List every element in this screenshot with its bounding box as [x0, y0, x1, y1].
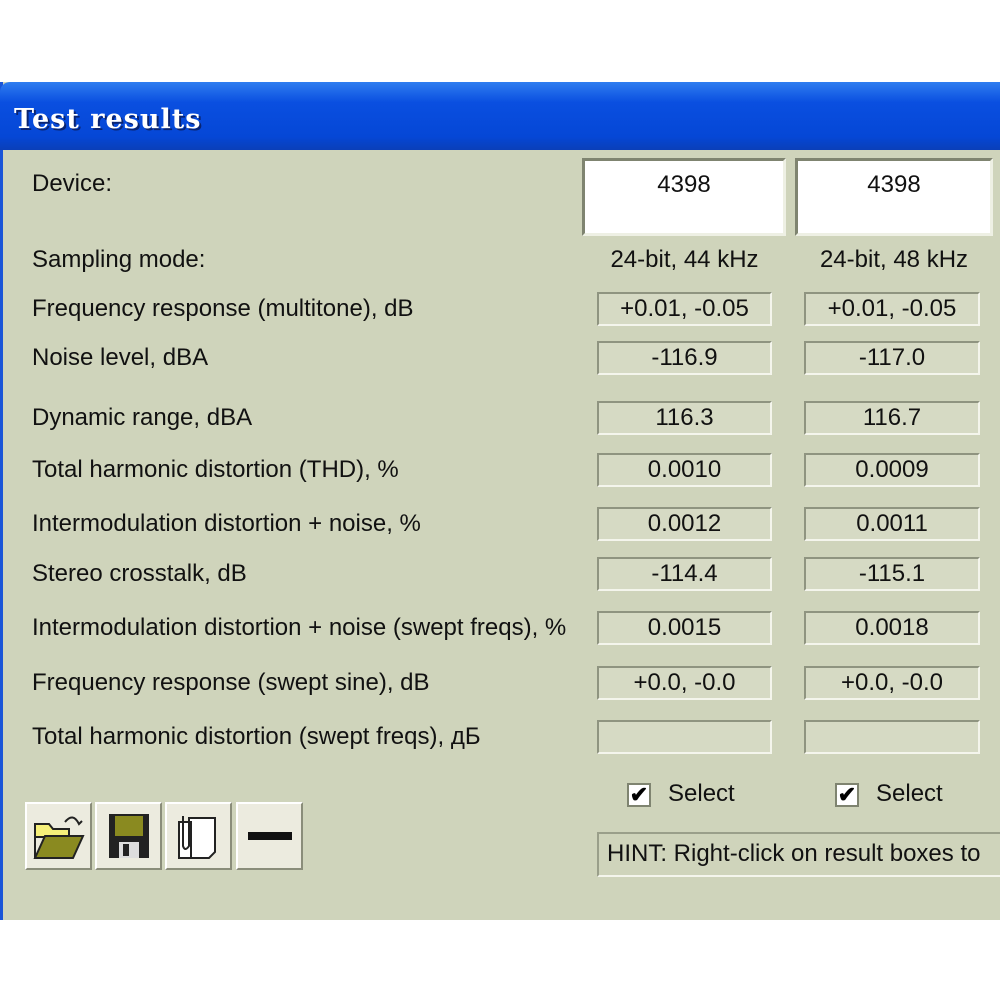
- sampling-mode-1: 24-bit, 44 kHz: [610, 246, 759, 273]
- result-label: Intermodulation distortion + noise, %: [32, 510, 421, 537]
- result-box-1[interactable]: +0.01, -0.05: [597, 292, 772, 326]
- open-button[interactable]: [25, 802, 92, 870]
- select-checkbox-2[interactable]: ✔: [835, 783, 859, 807]
- device-label: Device:: [32, 170, 113, 197]
- sampling-mode-2: 24-bit, 48 kHz: [819, 246, 969, 273]
- open-folder-icon: [32, 816, 85, 859]
- save-floppy-icon: [108, 814, 149, 858]
- result-label: Total harmonic distortion (THD), %: [32, 456, 399, 483]
- result-box-2[interactable]: 0.0011: [804, 507, 980, 541]
- copy-clipboard-icon: [177, 816, 216, 859]
- result-box-1[interactable]: 0.0012: [597, 507, 772, 541]
- device-field-1[interactable]: 4398: [582, 158, 786, 236]
- result-box-2[interactable]: [804, 720, 980, 754]
- save-button[interactable]: [95, 802, 162, 870]
- result-label: Frequency response (multitone), dB: [32, 295, 414, 322]
- result-box-1[interactable]: [597, 720, 772, 754]
- result-box-2[interactable]: -117.0: [804, 341, 980, 375]
- result-label: Frequency response (swept sine), dB: [32, 669, 430, 696]
- result-label: Dynamic range, dBA: [32, 404, 253, 431]
- result-box-1[interactable]: 0.0015: [597, 611, 772, 645]
- result-box-1[interactable]: 0.0010: [597, 453, 772, 487]
- result-label: Total harmonic distortion (swept freqs),…: [32, 723, 481, 750]
- copy-button[interactable]: [165, 802, 232, 870]
- result-box-2[interactable]: 0.0018: [804, 611, 980, 645]
- result-box-2[interactable]: 0.0009: [804, 453, 980, 487]
- sampling-mode-label: Sampling mode:: [32, 246, 206, 273]
- result-box-1[interactable]: -114.4: [597, 557, 772, 591]
- result-box-1[interactable]: +0.0, -0.0: [597, 666, 772, 700]
- window-title: Test results: [14, 104, 202, 135]
- result-label: Stereo crosstalk, dB: [32, 560, 247, 587]
- result-label: Intermodulation distortion + noise (swep…: [32, 614, 567, 641]
- remove-button[interactable]: [236, 802, 303, 870]
- title-bar[interactable]: Test results: [0, 82, 1000, 150]
- result-box-2[interactable]: +0.0, -0.0: [804, 666, 980, 700]
- hint-bar: HINT: Right-click on result boxes to: [597, 832, 1000, 877]
- result-label: Noise level, dBA: [32, 344, 209, 371]
- minus-icon: [247, 832, 292, 840]
- result-box-2[interactable]: -115.1: [804, 557, 980, 591]
- result-box-2[interactable]: +0.01, -0.05: [804, 292, 980, 326]
- result-box-1[interactable]: 116.3: [597, 401, 772, 435]
- select-checkbox-1[interactable]: ✔: [627, 783, 651, 807]
- device-field-2[interactable]: 4398: [795, 158, 993, 236]
- result-box-2[interactable]: 116.7: [804, 401, 980, 435]
- select-label-1: Select: [668, 780, 735, 807]
- select-label-2: Select: [876, 780, 943, 807]
- result-box-1[interactable]: -116.9: [597, 341, 772, 375]
